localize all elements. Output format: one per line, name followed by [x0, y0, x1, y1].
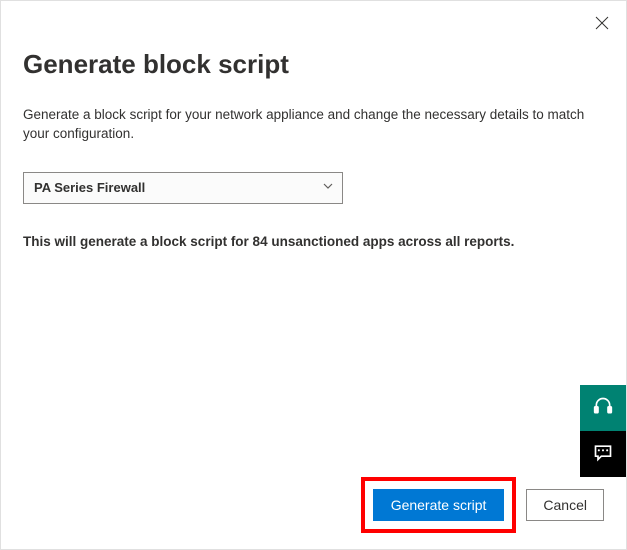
- close-icon: [595, 16, 609, 35]
- chevron-down-icon: [322, 179, 334, 197]
- dialog-container: Generate block script Generate a block s…: [1, 1, 626, 549]
- info-text: This will generate a block script for 84…: [23, 234, 604, 249]
- dropdown-selected-text: PA Series Firewall: [34, 180, 145, 195]
- appliance-dropdown[interactable]: PA Series Firewall: [23, 172, 343, 204]
- dialog-title: Generate block script: [23, 49, 604, 80]
- headset-icon: [593, 396, 613, 421]
- support-widget[interactable]: [580, 385, 626, 431]
- side-widgets: [580, 385, 626, 477]
- cancel-button[interactable]: Cancel: [526, 489, 604, 521]
- feedback-widget[interactable]: [580, 431, 626, 477]
- generate-script-button[interactable]: Generate script: [373, 489, 505, 521]
- highlight-annotation: Generate script: [361, 477, 517, 533]
- dialog-footer: Generate script Cancel: [23, 477, 604, 533]
- chat-icon: [593, 442, 613, 467]
- close-button[interactable]: [592, 15, 612, 35]
- dialog-description: Generate a block script for your network…: [23, 106, 604, 144]
